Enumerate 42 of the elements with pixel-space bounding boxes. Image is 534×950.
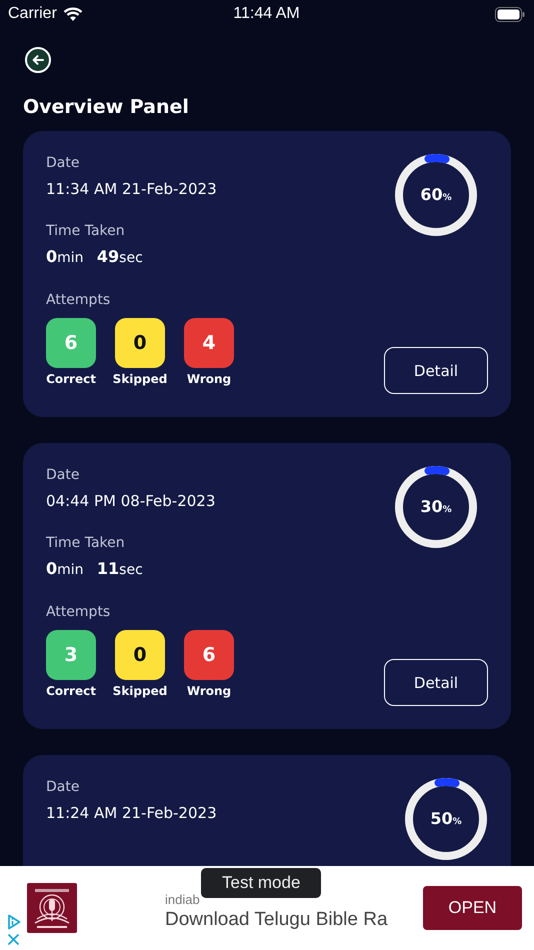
test-mode-toast: Test mode: [201, 868, 322, 898]
date-label: Date: [46, 778, 80, 797]
attempt-label: Correct: [46, 684, 96, 698]
close-icon[interactable]: [7, 933, 20, 946]
date-value: 11:24 AM 21-Feb-2023: [46, 803, 217, 823]
carrier-text: Carrier: [8, 5, 57, 23]
attempt-label: Correct: [46, 372, 96, 386]
attempts-label: Attempts: [46, 603, 112, 622]
wifi-icon: [62, 6, 83, 22]
attempts-label: Attempts: [46, 291, 112, 310]
time-value: 0min 49sec: [46, 247, 144, 268]
date-value: 04:44 PM 08-Feb-2023: [46, 491, 216, 511]
open-button[interactable]: OPEN: [423, 886, 522, 930]
detail-button[interactable]: Detail: [384, 659, 488, 706]
attempt-label: Wrong: [186, 372, 232, 386]
date-label: Date: [46, 154, 80, 173]
time-value: 0min 11sec: [46, 559, 144, 580]
count-tile: 0: [115, 630, 165, 680]
time-label: Time Taken: [46, 534, 126, 553]
count-tile: 6: [184, 630, 234, 680]
time-label: Time Taken: [46, 222, 126, 241]
count-tile: 0: [115, 318, 165, 368]
attempt-label: Skipped: [112, 684, 168, 698]
count-tile: 3: [46, 630, 96, 680]
page-title: Overview Panel: [23, 95, 190, 119]
count-tile: 4: [184, 318, 234, 368]
percent-value: 30%: [419, 496, 453, 518]
count-tile: 6: [46, 318, 96, 368]
back-button[interactable]: [25, 47, 51, 73]
battery-icon: [495, 6, 525, 22]
clock-text: 11:44 AM: [233, 5, 300, 23]
attempt-label: Skipped: [112, 372, 168, 386]
ad-info-icon[interactable]: [6, 914, 20, 930]
back-arrow-icon: [32, 55, 44, 65]
detail-button[interactable]: Detail: [384, 347, 488, 394]
advertiser-text: indiab: [165, 892, 200, 906]
percent-value: 50%: [429, 808, 463, 830]
percent-value: 60%: [419, 184, 453, 206]
date-label: Date: [46, 466, 80, 485]
ad-headline: Download Telugu Bible Ra: [165, 908, 388, 930]
date-value: 11:34 AM 21-Feb-2023: [46, 179, 218, 199]
attempt-label: Wrong: [186, 684, 232, 698]
